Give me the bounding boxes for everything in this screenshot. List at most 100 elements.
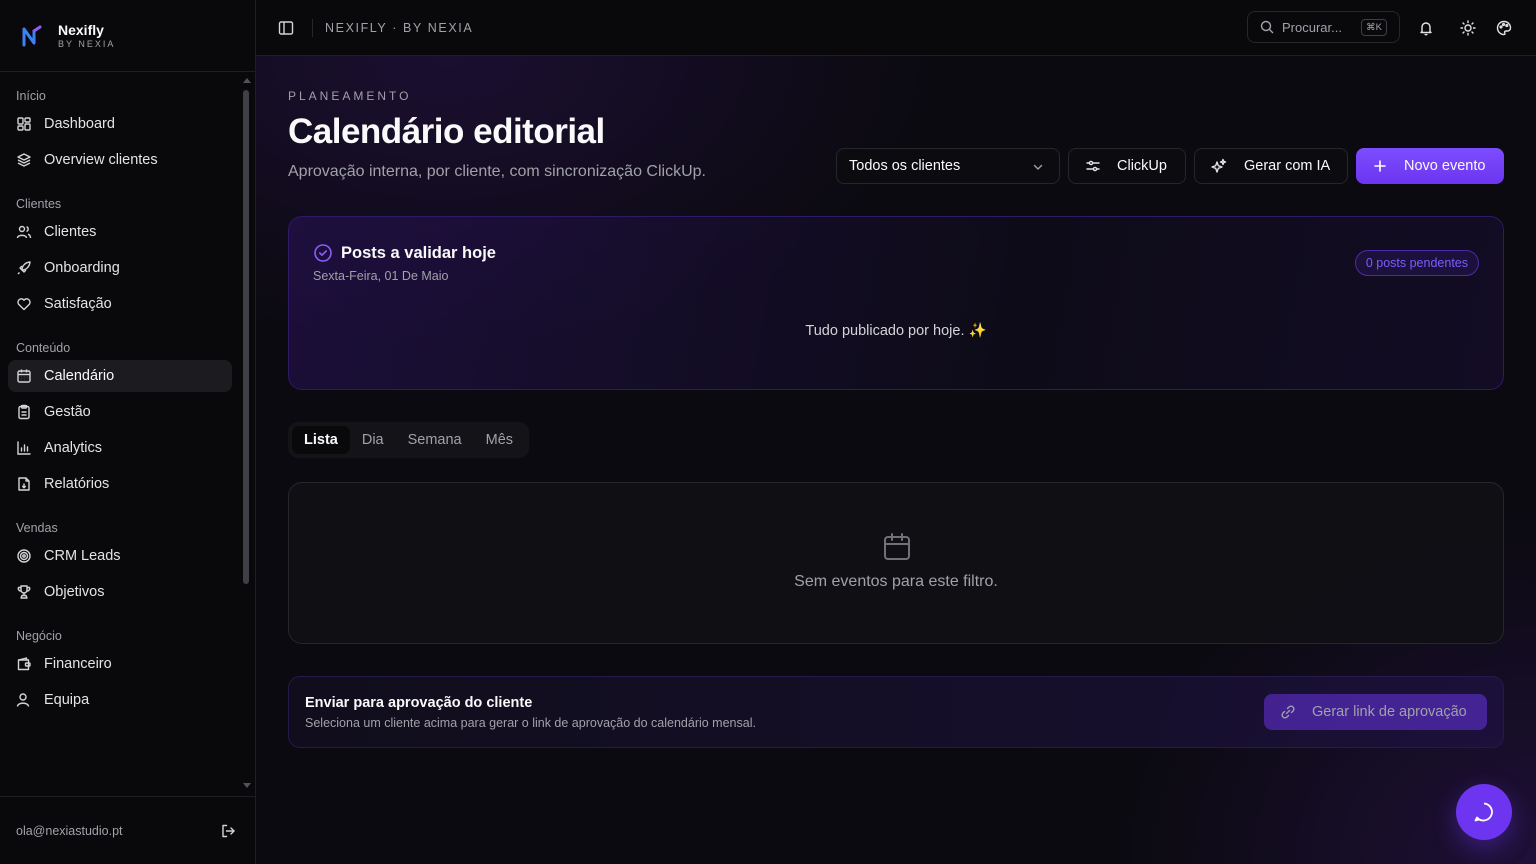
- sidebar-scrollbar[interactable]: [243, 90, 249, 584]
- sidebar-item-label: Objetivos: [44, 584, 105, 600]
- sidebar-item-relatorios[interactable]: Relatórios: [8, 468, 232, 500]
- sidebar-item-label: Calendário: [44, 368, 115, 384]
- trophy-icon: [17, 585, 31, 599]
- target-icon: [17, 549, 31, 563]
- view-tabs: Lista Dia Semana Mês: [288, 422, 530, 458]
- file-down-icon: [18, 477, 30, 491]
- search-input[interactable]: Procurar... ⌘K: [1247, 11, 1400, 43]
- scroll-up-arrow[interactable]: [243, 78, 251, 83]
- brand[interactable]: Nexifly BY NEXIA: [0, 0, 255, 72]
- nav-group-clientes: Clientes Clientes Onboarding Satisfação: [0, 194, 240, 320]
- main-content: PLANEAMENTO Calendário editorial Aprovaç…: [256, 56, 1536, 864]
- tab-dia[interactable]: Dia: [350, 426, 396, 454]
- sidebar: Nexifly BY NEXIA Início Dashboard Overvi…: [0, 0, 256, 864]
- topbar: NEXIFLY · BY NEXIA Procurar... ⌘K: [256, 0, 1536, 56]
- sidebar-nav: Início Dashboard Overview clientes Clien…: [0, 72, 240, 796]
- layers-icon: [17, 153, 31, 167]
- sidebar-item-label: Dashboard: [44, 116, 115, 132]
- posts-card-date: Sexta-Feira, 01 De Maio: [313, 269, 449, 283]
- nav-group-vendas: Vendas CRM Leads Objetivos: [0, 518, 240, 608]
- wallet-icon: [17, 657, 31, 671]
- rocket-icon: [17, 261, 31, 275]
- palette-icon[interactable]: [1496, 20, 1512, 36]
- chat-bubble-icon: [1474, 802, 1493, 822]
- nav-group-label: Início: [16, 89, 46, 103]
- chevron-down-icon: [1033, 164, 1043, 170]
- sidebar-toggle-icon[interactable]: [278, 20, 294, 36]
- sidebar-item-calendario[interactable]: Calendário: [8, 360, 232, 392]
- tab-semana[interactable]: Semana: [396, 426, 474, 454]
- sparkles-icon: [1211, 158, 1227, 173]
- posts-to-validate-card: Posts a validar hoje Sexta-Feira, 01 De …: [288, 216, 1504, 390]
- nav-group-label: Negócio: [16, 629, 62, 643]
- brand-subtitle: BY NEXIA: [58, 38, 116, 49]
- posts-empty-message: Tudo publicado por hoje. ✨: [805, 323, 987, 339]
- generate-approval-link-button[interactable]: Gerar link de aprovação: [1264, 694, 1487, 730]
- events-empty-card: Sem eventos para este filtro.: [288, 482, 1504, 644]
- grid-icon: [17, 117, 31, 131]
- sidebar-item-financeiro[interactable]: Financeiro: [8, 648, 232, 680]
- sidebar-item-label: Relatórios: [44, 476, 110, 492]
- sidebar-item-label: Financeiro: [44, 656, 112, 672]
- sidebar-footer: ola@nexiastudio.pt: [0, 796, 256, 864]
- client-select[interactable]: Todos os clientes: [836, 148, 1060, 184]
- logout-icon[interactable]: [220, 823, 236, 839]
- topbar-divider: [312, 18, 313, 37]
- new-event-button-label: Novo evento: [1404, 158, 1486, 174]
- clickup-button-label: ClickUp: [1117, 158, 1167, 174]
- sidebar-item-onboarding[interactable]: Onboarding: [8, 252, 232, 284]
- page-subtitle: Aprovação interna, por cliente, com sinc…: [288, 163, 706, 180]
- sidebar-item-analytics[interactable]: Analytics: [8, 432, 232, 464]
- sidebar-item-label: Clientes: [44, 224, 97, 240]
- nav-group-label: Vendas: [16, 521, 58, 535]
- sidebar-item-gestao[interactable]: Gestão: [8, 396, 232, 428]
- events-empty-message: Sem eventos para este filtro.: [794, 573, 998, 590]
- generate-ai-button-label: Gerar com IA: [1244, 158, 1331, 174]
- sidebar-item-overview-clientes[interactable]: Overview clientes: [8, 144, 232, 176]
- sidebar-item-label: Gestão: [44, 404, 91, 420]
- search-icon: [1260, 20, 1274, 34]
- sidebar-item-clientes[interactable]: Clientes: [8, 216, 232, 248]
- tab-lista[interactable]: Lista: [292, 426, 350, 454]
- brand-name: Nexifly: [58, 21, 104, 38]
- nav-group-label: Conteúdo: [16, 341, 71, 355]
- sun-icon[interactable]: [1460, 20, 1476, 36]
- nav-group-conteudo: Conteúdo Calendário Gestão Analytics Rel…: [0, 338, 240, 500]
- user-icon: [16, 693, 30, 707]
- chat-button[interactable]: [1456, 784, 1512, 840]
- sidebar-item-label: CRM Leads: [44, 548, 121, 564]
- breadcrumb: NEXIFLY · BY NEXIA: [325, 20, 474, 35]
- plus-icon: [1374, 160, 1386, 172]
- sidebar-item-label: Satisfação: [44, 296, 112, 312]
- user-email: ola@nexiastudio.pt: [16, 823, 123, 838]
- approval-description: Seleciona um cliente acima para gerar o …: [305, 716, 756, 730]
- clickup-button[interactable]: ClickUp: [1068, 148, 1186, 184]
- new-event-button[interactable]: Novo evento: [1356, 148, 1504, 184]
- generate-ai-button[interactable]: Gerar com IA: [1194, 148, 1348, 184]
- sidebar-item-label: Equipa: [44, 692, 90, 708]
- bar-chart-icon: [17, 441, 31, 455]
- scroll-down-arrow[interactable]: [243, 783, 251, 788]
- users-icon: [16, 225, 32, 239]
- page-title: Calendário editorial: [288, 112, 605, 151]
- clipboard-icon: [18, 404, 30, 420]
- approval-title: Enviar para aprovação do cliente: [305, 695, 533, 711]
- check-circle-icon: [314, 244, 332, 262]
- sidebar-item-satisfacao[interactable]: Satisfação: [8, 288, 232, 320]
- nav-group-inicio: Início Dashboard Overview clientes: [0, 86, 240, 176]
- client-approval-card: Enviar para aprovação do cliente Selecio…: [288, 676, 1504, 748]
- nav-group-negocio: Negócio Financeiro Equipa: [0, 626, 240, 716]
- tab-mes[interactable]: Mês: [474, 426, 525, 454]
- client-select-value: Todos os clientes: [849, 158, 961, 174]
- sidebar-item-dashboard[interactable]: Dashboard: [8, 108, 232, 140]
- sidebar-item-crm-leads[interactable]: CRM Leads: [8, 540, 232, 572]
- calendar-icon: [17, 369, 31, 383]
- posts-card-title: Posts a validar hoje: [341, 244, 496, 262]
- sidebar-item-objetivos[interactable]: Objetivos: [8, 576, 232, 608]
- sidebar-item-equipa[interactable]: Equipa: [8, 684, 232, 716]
- pending-posts-badge: 0 posts pendentes: [1354, 250, 1479, 276]
- link-icon: [1281, 705, 1295, 719]
- search-shortcut: ⌘K: [1361, 19, 1387, 36]
- bell-icon[interactable]: [1418, 20, 1434, 36]
- sidebar-item-label: Onboarding: [44, 260, 120, 276]
